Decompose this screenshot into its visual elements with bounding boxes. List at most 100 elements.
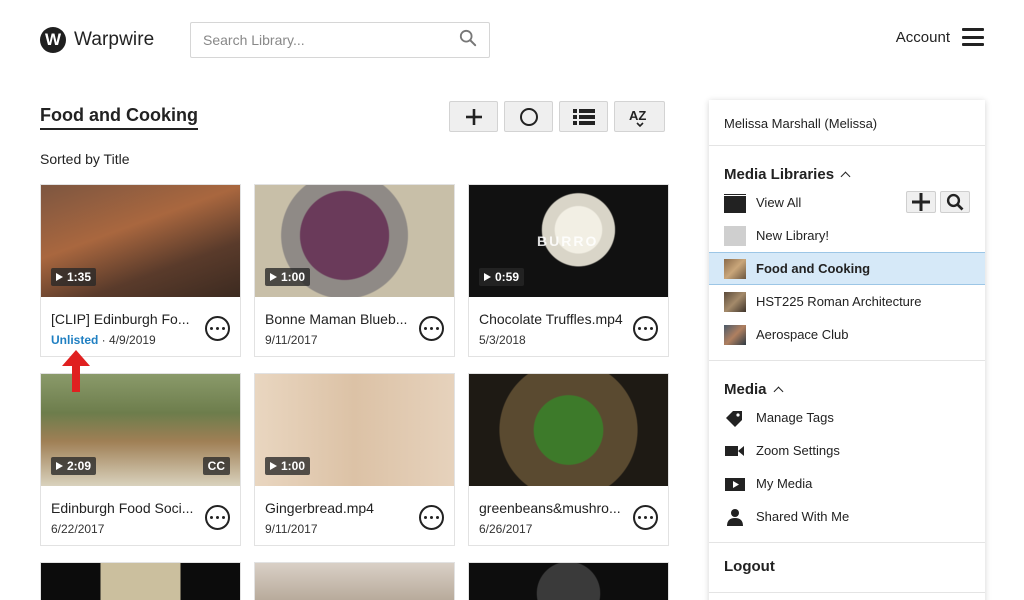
library-item-hst225[interactable]: HST225 Roman Architecture [709, 285, 985, 318]
account-label: Account [895, 28, 950, 46]
sort-az-button[interactable]: AZ [614, 101, 665, 132]
account-menu[interactable]: Account [896, 28, 984, 46]
play-box-icon [725, 477, 745, 491]
logo-text: Warpwire [74, 29, 155, 50]
media-date: 5/3/2018 [479, 333, 526, 347]
media-grid: 1:35 [CLIP] Edinburgh Fo... Unlisted · 4… [40, 184, 670, 600]
play-icon [484, 273, 491, 281]
library-item-aerospace-club[interactable]: Aerospace Club [709, 318, 985, 351]
search-box [190, 22, 490, 58]
media-card[interactable]: BURRO 0:59 Chocolate Truffles.mp4 5/3/20… [468, 184, 669, 357]
video-thumbnail[interactable] [469, 563, 668, 600]
duration-badge: 2:09 [51, 457, 97, 475]
video-thumbnail[interactable]: 1:00 [255, 185, 454, 297]
menu-item-manage-tags[interactable]: Manage Tags [709, 401, 985, 434]
duration-badge: 1:35 [51, 268, 97, 286]
search-input[interactable] [203, 32, 459, 48]
account-panel: Melissa Marshall (Melissa) Media Librari… [709, 100, 985, 600]
video-thumbnail[interactable]: 1:35 [41, 185, 240, 297]
library-item-view-all[interactable]: View All [709, 186, 985, 219]
duration-badge: 1:00 [265, 268, 311, 286]
more-options-icon[interactable] [633, 316, 658, 341]
video-thumbnail[interactable] [41, 563, 240, 600]
more-options-icon[interactable] [419, 316, 444, 341]
menu-item-shared-with-me[interactable]: Shared With Me [709, 500, 985, 533]
media-date: 9/11/2017 [265, 333, 318, 347]
tag-icon [726, 410, 742, 427]
search-icon [946, 193, 964, 211]
media-card[interactable]: 1:00 Bonne Maman Blueb... 9/11/2017 [254, 184, 455, 357]
video-thumbnail[interactable]: 1:00 [255, 374, 454, 486]
more-options-icon[interactable] [205, 505, 230, 530]
video-thumbnail[interactable] [255, 563, 454, 600]
sort-az-icon: AZ [629, 108, 646, 127]
closed-captions-badge: CC [202, 457, 230, 475]
media-card[interactable]: 1:35 [CLIP] Edinburgh Fo... Unlisted · 4… [40, 184, 241, 357]
sort-status: Sorted by Title [40, 151, 130, 167]
add-button[interactable] [449, 101, 498, 132]
media-title[interactable]: Gingerbread.mp4 [265, 500, 413, 516]
duration-badge: 0:59 [479, 268, 525, 286]
media-card[interactable]: 2:09 CC Edinburgh Food Soci... 6/22/2017 [40, 373, 241, 546]
logo-icon: W [40, 27, 66, 53]
play-icon [270, 273, 277, 281]
folder-stack-icon [724, 192, 746, 213]
media-title[interactable]: Edinburgh Food Soci... [51, 500, 199, 516]
media-title[interactable]: greenbeans&mushro... [479, 500, 627, 516]
thumbnail-overlay-text: BURRO [537, 233, 599, 249]
library-thumbnail [724, 291, 746, 312]
media-libraries-heading[interactable]: Media Libraries [709, 146, 985, 186]
logo[interactable]: W Warpwire [40, 27, 154, 53]
media-meta: Unlisted · 4/9/2019 [51, 333, 156, 347]
sort-az-label: AZ [629, 108, 646, 123]
logout-link[interactable]: Logout [709, 543, 985, 593]
media-title[interactable]: Bonne Maman Blueb... [265, 311, 413, 327]
media-card[interactable]: 1:00 Gingerbread.mp4 9/11/2017 [254, 373, 455, 546]
annotation-arrow-icon [62, 350, 90, 392]
search-library-button[interactable] [940, 191, 970, 213]
page-title: Food and Cooking [40, 105, 198, 130]
video-thumbnail[interactable]: BURRO 0:59 [469, 185, 668, 297]
media-title[interactable]: Chocolate Truffles.mp4 [479, 311, 627, 327]
media-heading[interactable]: Media [709, 361, 985, 401]
media-date: 9/11/2017 [265, 522, 318, 536]
library-item-new-library[interactable]: New Library! [709, 219, 985, 252]
play-icon [56, 273, 63, 281]
menu-item-zoom-settings[interactable]: Zoom Settings [709, 434, 985, 467]
library-thumbnail [724, 324, 746, 345]
video-thumbnail[interactable] [469, 374, 668, 486]
menu-item-my-media[interactable]: My Media [709, 467, 985, 500]
list-view-button[interactable] [559, 101, 608, 132]
more-options-icon[interactable] [419, 505, 444, 530]
play-icon [56, 462, 63, 470]
duration-badge: 1:00 [265, 457, 311, 475]
circle-icon [519, 107, 538, 126]
add-library-button[interactable] [906, 191, 936, 213]
search-icon[interactable] [459, 29, 477, 52]
chevron-up-icon [840, 171, 851, 181]
list-icon [572, 108, 595, 125]
select-button[interactable] [504, 101, 553, 132]
library-thumbnail [724, 225, 746, 246]
library-item-food-and-cooking[interactable]: Food and Cooking [709, 252, 985, 285]
media-date: 4/9/2019 [109, 333, 156, 347]
more-options-icon[interactable] [205, 316, 230, 341]
user-name: Melissa Marshall (Melissa) [709, 100, 985, 146]
media-card[interactable] [468, 562, 669, 600]
chevron-up-icon [773, 386, 783, 396]
video-camera-icon [725, 445, 744, 456]
media-date: 6/22/2017 [51, 522, 105, 536]
media-card[interactable] [40, 562, 241, 600]
plus-icon [465, 108, 482, 125]
more-options-icon[interactable] [633, 505, 658, 530]
play-icon [270, 462, 277, 470]
toolbar: AZ [449, 101, 665, 132]
hamburger-menu-icon[interactable] [962, 28, 984, 46]
user-icon [727, 508, 743, 526]
media-card[interactable] [254, 562, 455, 600]
library-thumbnail [724, 258, 746, 279]
media-date: 6/26/2017 [479, 522, 533, 536]
unlisted-status: Unlisted [51, 333, 99, 347]
media-card[interactable]: greenbeans&mushro... 6/26/2017 [468, 373, 669, 546]
media-title[interactable]: [CLIP] Edinburgh Fo... [51, 311, 199, 327]
